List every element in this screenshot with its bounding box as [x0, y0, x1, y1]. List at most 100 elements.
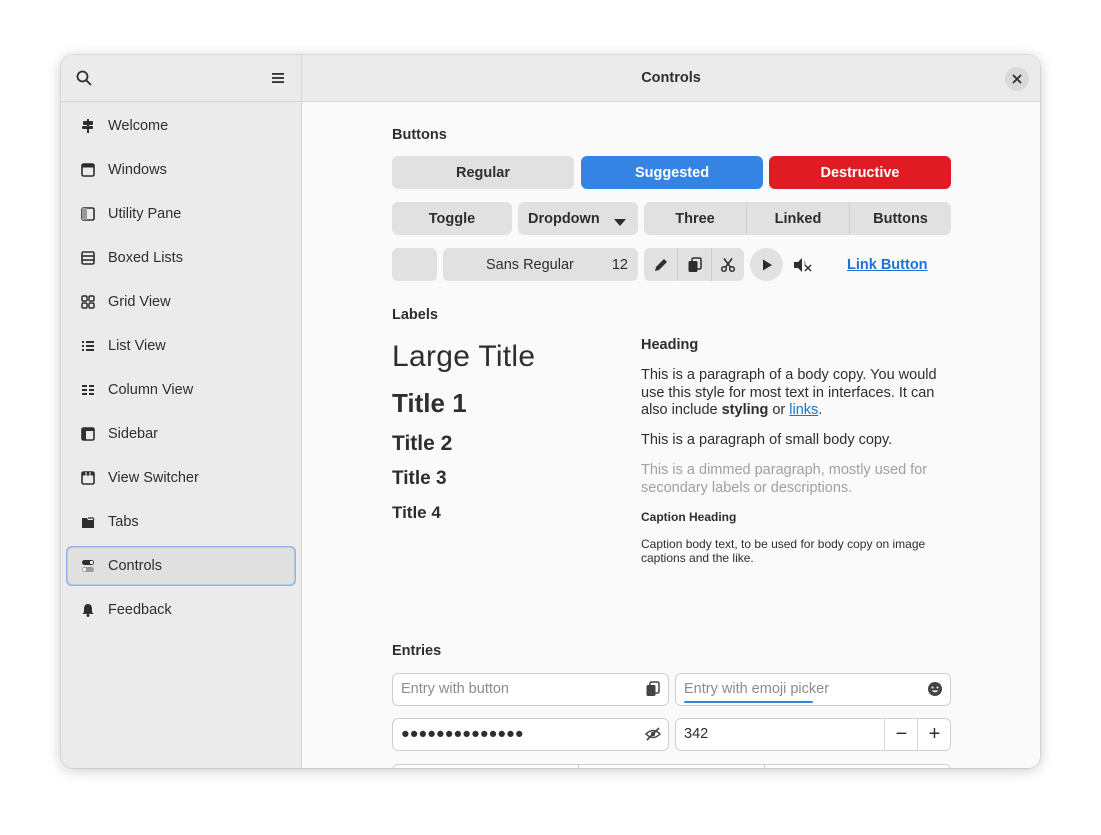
column-view-icon — [80, 382, 96, 398]
toggle-button[interactable]: Toggle — [392, 202, 512, 235]
dropdown-button[interactable]: Dropdown — [518, 202, 638, 235]
hamburger-menu-icon[interactable] — [266, 66, 290, 90]
sidebar-item-label: List View — [108, 338, 166, 354]
linked-button-linked[interactable]: Linked — [746, 202, 849, 235]
title-1: Title 1 — [392, 388, 467, 418]
boxed-list-icon — [80, 250, 96, 266]
header-bar: Controls — [302, 55, 1040, 102]
progress-bar — [684, 701, 813, 703]
dropdown-label: Dropdown — [528, 210, 600, 227]
sidebar-item-label: Boxed Lists — [108, 250, 183, 266]
scissors-icon[interactable] — [711, 248, 744, 281]
dimmed-paragraph: This is a dimmed paragraph, mostly used … — [641, 462, 928, 496]
search-icon[interactable] — [72, 66, 96, 90]
title-4: Title 4 — [392, 503, 441, 522]
sidebar-header — [61, 55, 301, 102]
spin-button[interactable]: 342 − + — [675, 718, 951, 751]
list-icon — [80, 338, 96, 354]
entry-with-emoji-picker[interactable]: Entry with emoji picker — [675, 673, 951, 706]
sidebar-item-label: Column View — [108, 382, 194, 398]
font-button[interactable]: Sans Regular 12 — [443, 248, 638, 281]
partial-entry-1[interactable] — [392, 764, 579, 768]
sidebar-item-label: Tabs — [108, 514, 139, 530]
copy-icon[interactable] — [645, 681, 661, 697]
sidebar-item-utility-pane[interactable]: Utility Pane — [66, 194, 296, 234]
destructive-button[interactable]: Destructive — [769, 156, 951, 189]
close-icon — [1012, 74, 1022, 84]
font-name: Sans Regular — [486, 256, 574, 273]
sidebar-item-sidebar[interactable]: Sidebar — [66, 414, 296, 454]
window-icon — [80, 162, 96, 178]
pencil-icon[interactable] — [644, 248, 677, 281]
section-title-buttons: Buttons — [392, 127, 447, 143]
sidebar-item-label: Utility Pane — [108, 206, 182, 222]
sidebar-item-label: Controls — [108, 558, 162, 574]
sidebar-item-grid-view[interactable]: Grid View — [66, 282, 296, 322]
partial-entry-2[interactable] — [578, 764, 765, 768]
copy-icon[interactable] — [677, 248, 711, 281]
font-size: 12 — [611, 256, 628, 273]
sidebar-item-label: Sidebar — [108, 426, 158, 442]
small-body-paragraph: This is a paragraph of small body copy. — [641, 432, 893, 448]
color-button[interactable] — [392, 248, 437, 281]
entry-with-button[interactable]: Entry with button — [392, 673, 669, 706]
entry-placeholder: Entry with emoji picker — [684, 681, 830, 697]
regular-button[interactable]: Regular — [392, 156, 574, 189]
eye-hidden-icon[interactable] — [645, 726, 661, 742]
caption-heading: Caption Heading — [641, 510, 737, 524]
sidebar-item-tabs[interactable]: Tabs — [66, 502, 296, 542]
sidebar-list: Welcome Windows Utility Pane Boxed Lists… — [61, 102, 301, 630]
grid-icon — [80, 294, 96, 310]
play-button[interactable] — [750, 248, 783, 281]
plus-button[interactable]: + — [917, 718, 951, 751]
sidebar-item-column-view[interactable]: Column View — [66, 370, 296, 410]
body-link[interactable]: links — [789, 402, 818, 418]
sidebar: Welcome Windows Utility Pane Boxed Lists… — [61, 55, 302, 768]
sidebar-item-welcome[interactable]: Welcome — [66, 106, 296, 146]
sidebar-item-list-view[interactable]: List View — [66, 326, 296, 366]
suggested-button[interactable]: Suggested — [581, 156, 763, 189]
mute-icon[interactable] — [792, 256, 814, 274]
body-or-text: or — [768, 402, 790, 418]
play-icon — [762, 259, 772, 270]
sidebar-item-label: View Switcher — [108, 470, 199, 486]
chevron-down-icon — [614, 215, 626, 231]
close-button[interactable] — [1005, 67, 1029, 91]
sidebar-icon — [80, 426, 96, 442]
sidebar-item-label: Welcome — [108, 118, 169, 134]
app-window: Welcome Windows Utility Pane Boxed Lists… — [61, 55, 1040, 768]
spin-value: 342 — [684, 726, 709, 742]
large-title: Large Title — [392, 340, 536, 373]
sidebar-item-windows[interactable]: Windows — [66, 150, 296, 190]
linked-button-three[interactable]: Three — [644, 202, 746, 235]
edit-buttons — [644, 248, 744, 281]
emoji-icon[interactable] — [927, 681, 943, 697]
sidebar-item-label: Feedback — [108, 602, 172, 618]
password-value: ●●●●●●●●●●●●●● — [401, 726, 524, 742]
title-3: Title 3 — [392, 468, 447, 489]
view-switcher-icon — [80, 470, 96, 486]
section-title-labels: Labels — [392, 307, 438, 323]
toggles-icon — [80, 558, 96, 574]
section-title-entries: Entries — [392, 643, 442, 659]
window-title: Controls — [641, 70, 701, 86]
sidebar-item-controls[interactable]: Controls — [66, 546, 296, 586]
title-2: Title 2 — [392, 432, 453, 455]
linked-buttons: Three Linked Buttons — [644, 202, 951, 235]
sidebar-item-view-switcher[interactable]: View Switcher — [66, 458, 296, 498]
partial-entry-3[interactable] — [764, 764, 951, 768]
heading-label: Heading — [641, 337, 699, 353]
tabs-icon — [80, 514, 96, 530]
caption-body: Caption body text, to be used for body c… — [641, 537, 926, 565]
minus-button[interactable]: − — [884, 718, 918, 751]
content-pane: Controls Buttons Regular Suggested Destr… — [302, 55, 1040, 768]
body-end-text: . — [818, 402, 823, 418]
linked-button-buttons[interactable]: Buttons — [849, 202, 951, 235]
sidebar-item-feedback[interactable]: Feedback — [66, 590, 296, 630]
sidebar-item-label: Grid View — [108, 294, 171, 310]
sidebar-pane-icon — [80, 206, 96, 222]
body-bold-text: styling — [721, 402, 769, 418]
sidebar-item-boxed-lists[interactable]: Boxed Lists — [66, 238, 296, 278]
link-button[interactable]: Link Button — [847, 257, 928, 273]
password-entry[interactable]: ●●●●●●●●●●●●●● — [392, 718, 669, 751]
